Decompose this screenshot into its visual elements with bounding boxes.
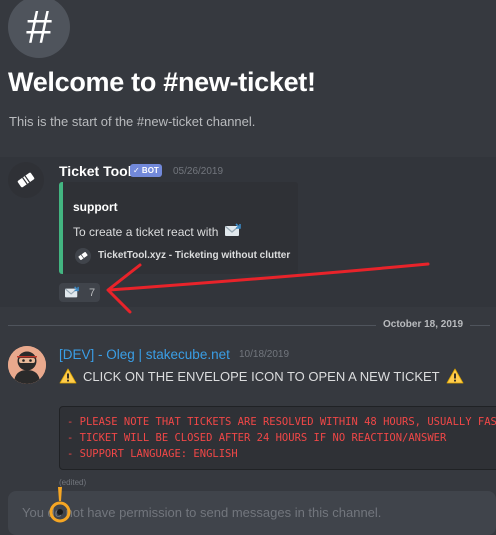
warning-icon <box>446 368 464 384</box>
code-line: - SUPPORT LANGUAGE: ENGLISH <box>67 448 238 460</box>
reaction-count: 7 <box>89 286 96 299</box>
embed-card: support To create a ticket react with Ti… <box>59 182 298 274</box>
code-line: - PLEASE NOTE THAT TICKETS ARE RESOLVED … <box>67 416 496 428</box>
dev-avatar[interactable] <box>8 346 46 384</box>
bot-badge: ✓ BOT <box>130 164 162 177</box>
message-timestamp: 05/26/2019 <box>173 166 224 177</box>
welcome-subtitle: This is the start of the #new-ticket cha… <box>9 114 256 129</box>
embed-footer: TicketTool.xyz - Ticketing without clutt… <box>98 250 291 261</box>
cursor-icon <box>48 482 72 523</box>
message-author[interactable]: Ticket Tool <box>59 163 132 179</box>
announcement-text: CLICK ON THE ENVELOPE ICON TO OPEN A NEW… <box>83 368 440 384</box>
date-divider: October 18, 2019 <box>376 319 471 330</box>
ticket-tool-avatar[interactable] <box>8 162 44 198</box>
welcome-title: Welcome to #new-ticket! <box>8 67 316 97</box>
footer-ticket-icon <box>75 248 91 264</box>
message-author[interactable]: [DEV] - Oleg | stakecube.net <box>59 347 230 362</box>
warning-icon <box>59 368 77 384</box>
embed-description-text: To create a ticket react with <box>73 225 219 239</box>
announcement-line: CLICK ON THE ENVELOPE ICON TO OPEN A NEW… <box>59 368 464 384</box>
ticket-icon <box>17 172 35 188</box>
message-composer[interactable]: You do not have permission to send messa… <box>8 491 496 535</box>
embed-title: support <box>73 200 118 214</box>
composer-placeholder: You do not have permission to send messa… <box>22 505 382 520</box>
embed-description: To create a ticket react with <box>73 223 242 239</box>
envelope-icon <box>224 223 241 236</box>
envelope-icon <box>65 285 79 297</box>
message-timestamp: 10/18/2019 <box>239 349 290 360</box>
envelope-reaction-button[interactable]: 7 <box>59 283 100 302</box>
code-block: - PLEASE NOTE THAT TICKETS ARE RESOLVED … <box>59 406 496 470</box>
code-line: - TICKET WILL BE CLOSED AFTER 24 HOURS I… <box>67 432 447 444</box>
channel-hash-icon: # <box>8 0 70 58</box>
